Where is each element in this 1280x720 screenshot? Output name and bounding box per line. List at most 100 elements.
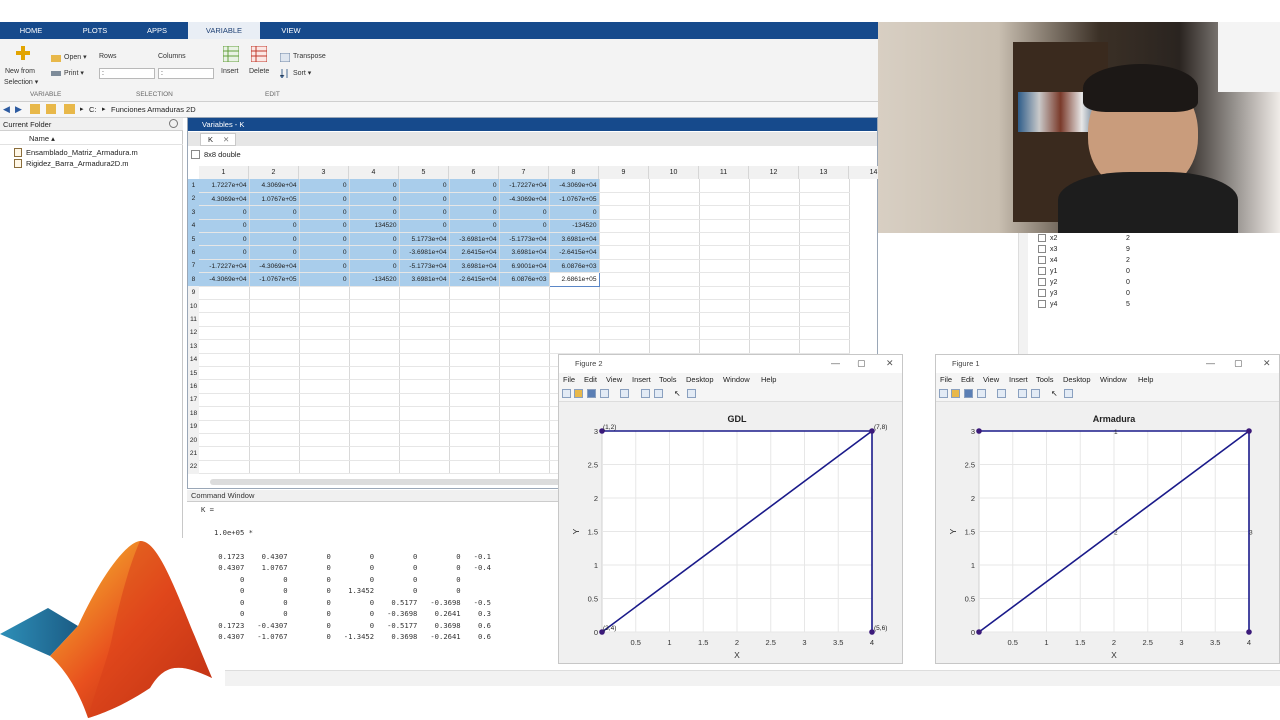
grid-cell[interactable] [249,420,300,434]
grid-cell[interactable]: 1.7227e+04 [199,179,250,193]
row-header[interactable]: 8 [188,272,199,287]
grid-cell[interactable] [349,286,400,301]
grid-cell[interactable] [499,460,550,475]
grid-cell[interactable] [699,205,750,220]
grid-cell[interactable] [199,379,250,394]
grid-cell[interactable]: 5.1773e+04 [399,232,450,247]
grid-cell[interactable] [449,353,500,367]
grid-cell[interactable] [499,433,550,448]
grid-cell[interactable] [199,433,250,448]
new-figure-icon[interactable] [939,389,948,398]
grid-cell[interactable] [599,205,650,220]
grid-cell[interactable]: -5.1773e+04 [499,232,550,247]
grid-cell[interactable] [749,339,800,354]
grid-cell[interactable]: 0 [299,219,350,234]
grid-cell[interactable]: -4.3069e+04 [249,259,300,274]
grid-cell[interactable] [599,286,650,301]
tab-home[interactable]: HOME [12,22,50,39]
grid-cell[interactable]: 0 [349,192,400,207]
grid-cell[interactable] [499,379,550,394]
grid-cell[interactable] [699,312,750,327]
grid-cell[interactable] [199,299,250,314]
grid-cell[interactable] [799,299,850,314]
grid-cell[interactable] [399,326,450,341]
grid-cell[interactable] [649,219,700,234]
grid-cell[interactable] [199,286,250,301]
grid-cell[interactable] [599,245,650,260]
grid-cell[interactable]: 0 [249,232,300,247]
row-header[interactable]: 15 [188,366,199,380]
grid-cell[interactable] [249,460,300,475]
grid-cell[interactable] [399,353,450,367]
row-header[interactable]: 2 [188,192,199,206]
row-header[interactable]: 16 [188,380,199,394]
tab-plots[interactable]: PLOTS [76,22,114,39]
grid-cell[interactable] [449,326,500,341]
grid-cell[interactable] [399,406,450,421]
grid-cell[interactable] [349,366,400,381]
save-icon[interactable] [587,389,596,398]
grid-cell[interactable] [799,272,850,287]
grid-cell[interactable] [699,326,750,341]
row-header[interactable]: 17 [188,393,199,407]
grid-cell[interactable] [299,366,350,381]
grid-cell[interactable] [449,286,500,301]
grid-cell[interactable] [749,205,800,220]
grid-cell[interactable] [749,299,800,314]
panel-options-icon[interactable] [169,119,178,128]
row-header[interactable]: 13 [188,339,199,354]
grid-cell[interactable] [349,406,400,421]
grid-cell[interactable] [449,299,500,314]
path-drive[interactable]: C: [89,105,97,114]
grid-cell[interactable]: 0 [549,205,600,220]
grid-cell[interactable] [449,366,500,381]
armadura-chart[interactable]: 0.5 1 1.5 2 2.5 3 3.5 4 0 0.5 1 1.5 2 2.5 3 Armadura X Y 1… [936,403,1279,663]
column-header[interactable]: 3 [299,166,349,179]
column-header[interactable]: 6 [449,166,499,179]
column-header[interactable]: 12 [749,166,799,179]
grid-cell[interactable] [699,299,750,314]
row-header[interactable]: 5 [188,232,199,246]
row-header[interactable]: 14 [188,353,199,367]
sort-button[interactable]: Sort ▾ [293,69,311,77]
tab-variable[interactable]: VARIABLE [188,22,260,39]
row-header[interactable]: 1 [188,179,199,193]
menu-item[interactable]: File [563,373,575,386]
grid-cell[interactable] [249,339,300,354]
menu-item[interactable]: Tools [1036,373,1054,386]
grid-cell[interactable] [399,286,450,301]
grid-cell[interactable] [299,286,350,301]
grid-cell[interactable] [649,299,700,314]
grid-cell[interactable] [599,192,650,207]
menu-item[interactable]: Window [723,373,750,386]
grid-cell[interactable] [349,379,400,394]
grid-cell[interactable] [799,259,850,274]
grid-cell[interactable]: 6.9001e+04 [499,259,550,274]
grid-cell[interactable] [199,420,250,434]
grid-cell[interactable] [649,326,700,341]
maximize-icon[interactable]: ▢ [857,355,866,371]
grid-cell[interactable] [699,272,750,287]
grid-cell[interactable]: 2.6415e+04 [449,245,500,260]
grid-cell[interactable] [749,259,800,274]
grid-cell[interactable] [299,339,350,354]
grid-cell[interactable]: 0 [199,219,250,234]
link-icon[interactable] [620,389,629,398]
grid-cell[interactable] [349,339,400,354]
column-header[interactable]: 8 [549,166,599,179]
grid-cell[interactable]: 0 [349,205,400,220]
grid-cell[interactable]: 0 [299,245,350,260]
grid-cell[interactable] [699,245,750,260]
grid-cell[interactable] [799,205,850,220]
column-header[interactable]: 5 [399,166,449,179]
grid-cell[interactable]: 0 [299,192,350,207]
grid-cell[interactable] [749,286,800,301]
grid-cell[interactable] [199,366,250,381]
grid-cell[interactable]: -1.7227e+04 [199,259,250,274]
grid-cell[interactable]: 0 [199,205,250,220]
row-header[interactable]: 10 [188,299,199,313]
grid-cell[interactable] [749,192,800,207]
grid-cell[interactable]: -4.3069e+04 [199,272,250,287]
column-header[interactable]: 4 [349,166,399,179]
grid-cell[interactable] [249,393,300,408]
